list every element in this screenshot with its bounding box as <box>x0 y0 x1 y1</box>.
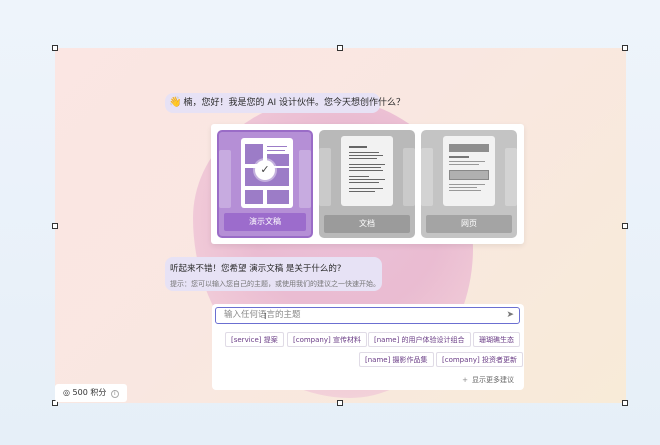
suggestion-chip[interactable]: [name] 的用户体验设计组合 <box>368 332 471 347</box>
greeting-bubble: 👋 楠，您好！我是您的 AI 设计伙伴。您今天想创作什么？ <box>165 93 405 113</box>
document-thumbnail <box>341 136 393 206</box>
text-cursor-icon: I <box>264 312 267 321</box>
suggestion-chip[interactable]: [name] 摄影作品集 <box>359 352 434 367</box>
wave-icon: 👋 <box>169 97 182 108</box>
check-icon: ✓ <box>255 160 275 180</box>
selection-handle-tr[interactable] <box>622 45 628 51</box>
selection-handle-mr[interactable] <box>622 223 628 229</box>
show-more-button[interactable]: + 显示更多建议 <box>462 375 514 385</box>
suggestion-chip[interactable]: [company] 宣传材料 <box>287 332 367 347</box>
selection-handle-bm[interactable] <box>337 400 343 406</box>
format-cards: ✓ 演示文稿 文档 网页 <box>211 124 524 244</box>
card-webpage[interactable]: 网页 <box>421 130 517 238</box>
followup-text: 听起来不错！您希望 演示文稿 是关于什么的? <box>170 264 342 274</box>
prompt-panel: 输入任何语言的主题 ➤ [service] 提案 [company] 宣传材料 … <box>212 304 524 390</box>
hint-text: 提示：您可以输入您自己的主题，或使用我们的建议之一快速开始。 <box>170 280 380 288</box>
webpage-thumbnail <box>443 136 495 206</box>
selection-handle-ml[interactable] <box>52 223 58 229</box>
selection-handle-br[interactable] <box>622 400 628 406</box>
topic-input-placeholder: 输入任何语言的主题 <box>224 310 301 320</box>
selection-handle-tl[interactable] <box>52 45 58 51</box>
card-label: 文档 <box>324 215 410 233</box>
card-document[interactable]: 文档 <box>319 130 415 238</box>
greeting-text: 楠，您好！我是您的 AI 设计伙伴。您今天想创作什么？ <box>183 98 405 108</box>
credits-label: 500 积分 <box>72 388 107 397</box>
topic-input[interactable]: 输入任何语言的主题 ➤ <box>215 307 520 324</box>
send-icon[interactable]: ➤ <box>506 308 514 322</box>
card-label: 网页 <box>426 215 512 233</box>
show-more-label: 显示更多建议 <box>472 376 514 384</box>
suggestion-chip[interactable]: 珊瑚礁生态 <box>473 332 520 347</box>
coin-icon: ◎ <box>63 388 70 397</box>
followup-bubble: 听起来不错！您希望 演示文稿 是关于什么的? 提示：您可以输入您自己的主题，或使… <box>165 257 382 291</box>
credits-badge[interactable]: ◎ 500 积分 i <box>55 384 127 402</box>
selection-handle-tm[interactable] <box>337 45 343 51</box>
suggestion-chip[interactable]: [service] 提案 <box>225 332 284 347</box>
suggestion-chip[interactable]: [company] 投资者更新 <box>436 352 523 367</box>
card-presentation[interactable]: ✓ 演示文稿 <box>217 130 313 238</box>
plus-icon: + <box>462 376 468 384</box>
info-icon[interactable]: i <box>110 390 119 398</box>
card-label: 演示文稿 <box>224 213 306 231</box>
